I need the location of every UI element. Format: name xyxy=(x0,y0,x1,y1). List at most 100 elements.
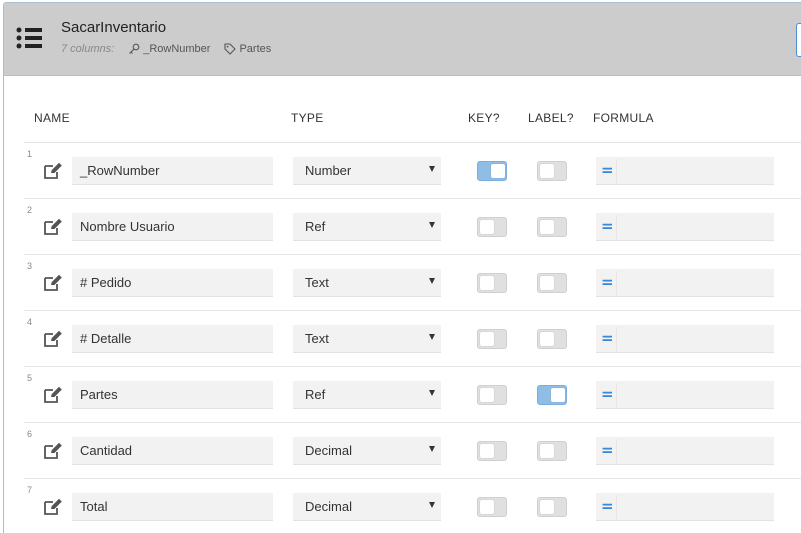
toggle-knob xyxy=(480,444,494,458)
column-name-input[interactable]: # Pedido xyxy=(72,269,273,297)
column-name-input[interactable]: # Detalle xyxy=(72,325,273,353)
formula-divider xyxy=(616,383,617,407)
toggle-knob xyxy=(480,332,494,346)
column-type-value: Decimal xyxy=(305,499,352,514)
formula-equals-icon: = xyxy=(601,385,614,403)
table-editor-panel: SacarInventario 7 columns: _RowNumber Pa… xyxy=(3,2,801,533)
column-type-value: Decimal xyxy=(305,443,352,458)
formula-input[interactable]: = xyxy=(596,325,774,353)
dropdown-arrow-icon xyxy=(429,222,435,228)
label-toggle[interactable] xyxy=(537,329,567,349)
formula-equals-icon: = xyxy=(601,273,614,291)
column-type-value: Text xyxy=(305,275,329,290)
table-row: 2 Nombre Usuario Ref = xyxy=(24,199,801,255)
key-toggle[interactable] xyxy=(477,273,507,293)
column-type-select[interactable]: Text xyxy=(293,269,441,297)
formula-input[interactable]: = xyxy=(596,157,774,185)
column-type-select[interactable]: Ref xyxy=(293,381,441,409)
column-header-label: LABEL? xyxy=(528,111,574,125)
dropdown-arrow-icon xyxy=(429,502,435,508)
column-type-select[interactable]: Decimal xyxy=(293,493,441,521)
column-name-input[interactable]: Cantidad xyxy=(72,437,273,465)
column-type-select[interactable]: Text xyxy=(293,325,441,353)
key-icon xyxy=(129,43,140,54)
tag-icon xyxy=(224,43,237,55)
column-header-key: KEY? xyxy=(468,111,500,125)
column-name-input[interactable]: Partes xyxy=(72,381,273,409)
formula-divider xyxy=(616,327,617,351)
key-toggle[interactable] xyxy=(477,497,507,517)
formula-equals-icon: = xyxy=(601,161,614,179)
formula-divider xyxy=(616,215,617,239)
table-row: 5 Partes Ref = xyxy=(24,367,801,423)
toggle-knob xyxy=(540,220,554,234)
formula-input[interactable]: = xyxy=(596,213,774,241)
label-toggle[interactable] xyxy=(537,385,567,405)
column-count: 7 columns: xyxy=(61,43,115,55)
label-toggle[interactable] xyxy=(537,273,567,293)
edit-icon[interactable] xyxy=(43,498,63,516)
formula-divider xyxy=(616,271,617,295)
toggle-knob xyxy=(480,388,494,402)
key-toggle[interactable] xyxy=(477,217,507,237)
edit-icon[interactable] xyxy=(43,218,63,236)
column-name-input[interactable]: Nombre Usuario xyxy=(72,213,273,241)
column-name-input[interactable]: _RowNumber xyxy=(72,157,273,185)
table-row: 3 # Pedido Text = xyxy=(24,255,801,311)
formula-input[interactable]: = xyxy=(596,269,774,297)
label-toggle[interactable] xyxy=(537,161,567,181)
key-column-chip: _RowNumber xyxy=(128,43,210,55)
key-toggle[interactable] xyxy=(477,385,507,405)
header-action-button[interactable] xyxy=(796,23,801,57)
column-type-value: Number xyxy=(305,163,352,178)
label-toggle[interactable] xyxy=(537,441,567,461)
row-number: 4 xyxy=(27,317,33,327)
formula-input[interactable]: = xyxy=(596,437,774,465)
dropdown-arrow-icon xyxy=(429,390,435,396)
key-toggle[interactable] xyxy=(477,329,507,349)
dropdown-arrow-icon xyxy=(429,278,435,284)
column-type-value: Ref xyxy=(305,219,326,234)
toggle-knob xyxy=(480,220,494,234)
formula-divider xyxy=(616,439,617,463)
column-type-select[interactable]: Ref xyxy=(293,213,441,241)
formula-divider xyxy=(616,495,617,519)
dropdown-arrow-icon xyxy=(429,334,435,340)
column-name-input[interactable]: Total xyxy=(72,493,273,521)
table-title: SacarInventario xyxy=(61,19,167,36)
edit-icon[interactable] xyxy=(43,442,63,460)
edit-icon[interactable] xyxy=(43,274,63,292)
column-header-formula: FORMULA xyxy=(593,111,654,125)
label-column-chip: Partes xyxy=(224,43,271,55)
edit-icon[interactable] xyxy=(43,330,63,348)
formula-input[interactable]: = xyxy=(596,493,774,521)
toggle-knob xyxy=(540,332,554,346)
toggle-knob xyxy=(551,388,565,402)
table-row: 6 Cantidad Decimal = xyxy=(24,423,801,479)
list-menu-icon[interactable] xyxy=(16,27,44,49)
column-type-value: Ref xyxy=(305,387,326,402)
formula-equals-icon: = xyxy=(601,497,614,515)
table-row: 1 _RowNumber Number = xyxy=(24,143,801,199)
table-header: SacarInventario 7 columns: _RowNumber Pa… xyxy=(4,3,801,76)
formula-input[interactable]: = xyxy=(596,381,774,409)
dropdown-arrow-icon xyxy=(429,446,435,452)
table-meta: 7 columns: _RowNumber Partes xyxy=(61,43,285,55)
row-number: 3 xyxy=(27,261,33,271)
row-number: 5 xyxy=(27,373,33,383)
key-toggle[interactable] xyxy=(477,161,507,181)
label-toggle[interactable] xyxy=(537,497,567,517)
row-number: 1 xyxy=(27,149,33,159)
column-type-select[interactable]: Decimal xyxy=(293,437,441,465)
label-toggle[interactable] xyxy=(537,217,567,237)
formula-divider xyxy=(616,159,617,183)
column-type-select[interactable]: Number xyxy=(293,157,441,185)
formula-equals-icon: = xyxy=(601,217,614,235)
row-number: 7 xyxy=(27,485,33,495)
column-type-value: Text xyxy=(305,331,329,346)
edit-icon[interactable] xyxy=(43,162,63,180)
toggle-knob xyxy=(480,276,494,290)
edit-icon[interactable] xyxy=(43,386,63,404)
key-toggle[interactable] xyxy=(477,441,507,461)
column-header-type: TYPE xyxy=(291,111,324,125)
